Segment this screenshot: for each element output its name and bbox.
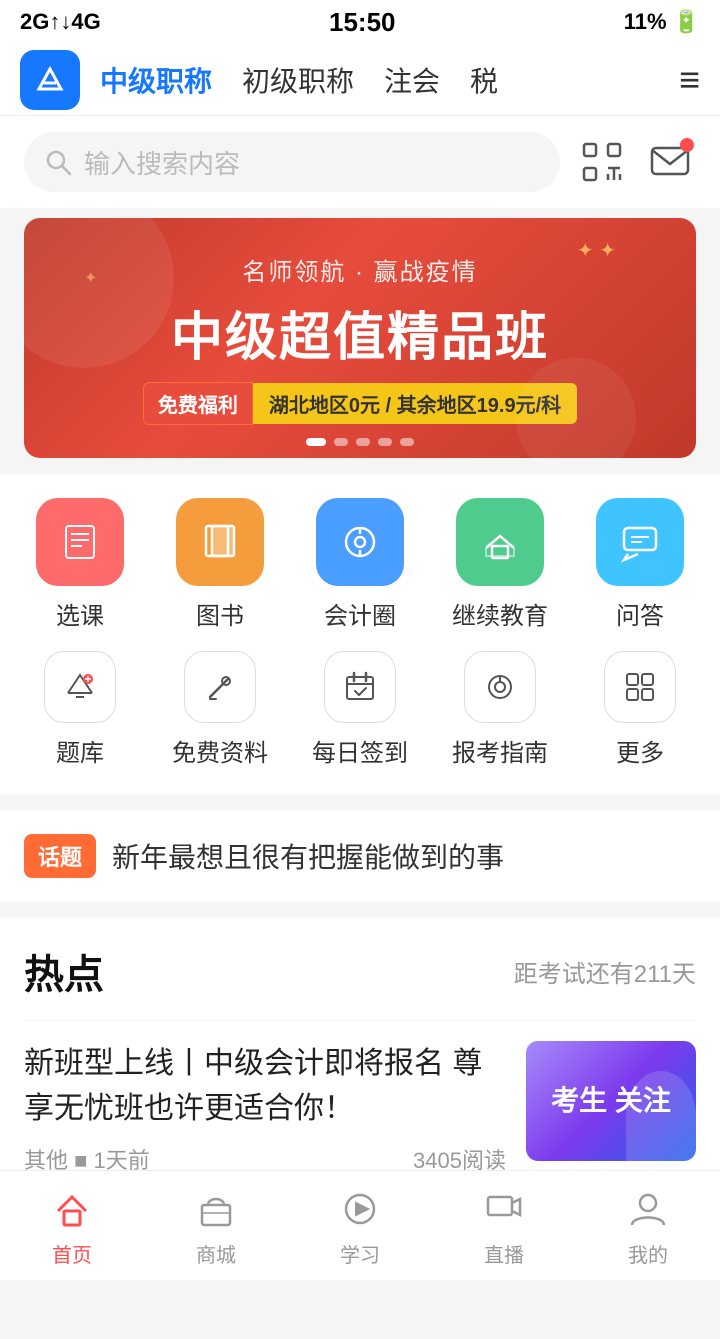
jixujiaovu-icon — [456, 498, 544, 586]
news-thumb: 考生 关注 — [526, 1041, 696, 1161]
topic-banner[interactable]: 话题 新年最想且很有把握能做到的事 — [0, 810, 720, 902]
top-nav: 中级职称 初级职称 注会 税 ≡ — [0, 44, 720, 116]
icon-mianfeiziliao[interactable]: 免费资料 — [160, 651, 280, 768]
mine-icon — [622, 1183, 674, 1235]
tushu-label: 图书 — [196, 596, 244, 631]
jixujiaovu-label: 继续教育 — [452, 596, 548, 631]
mianfeiziliao-label: 免费资料 — [172, 733, 268, 768]
xueke-icon — [36, 498, 124, 586]
banner-dots — [306, 438, 414, 446]
message-button[interactable] — [644, 136, 696, 188]
scan-icon — [580, 140, 624, 184]
tab-zhongjizhi[interactable]: 中级职称 — [100, 60, 212, 100]
search-icon — [44, 148, 72, 176]
icon-grid: 选课 图书 会计圈 — [0, 474, 720, 794]
icon-wenda[interactable]: 问答 — [580, 498, 700, 631]
gengduo-label: 更多 — [616, 733, 664, 768]
hot-countdown: 距考试还有211天 — [514, 954, 696, 989]
signal-text: 2G↑↓4G — [20, 9, 101, 35]
news-item[interactable]: 新班型上线丨中级会计即将报名 尊享无忧班也许更适合你！ 其他 ■ 1天前 340… — [24, 1020, 696, 1195]
hot-header: 热点 距考试还有211天 — [24, 942, 696, 1000]
dot-3[interactable] — [356, 438, 370, 446]
banner[interactable]: ✦ ✦ ✦ 名师领航 · 赢战疫情 中级超值精品班 免费福利 湖北地区0元 / … — [24, 218, 696, 458]
promo-tag: 免费福利 — [143, 382, 253, 425]
shop-label: 商城 — [196, 1239, 236, 1268]
tab-zhuhui[interactable]: 注会 — [384, 60, 440, 100]
mianfeiziliao-icon — [184, 651, 256, 723]
study-icon — [334, 1183, 386, 1235]
kuaijiquan-icon — [316, 498, 404, 586]
news-title: 新班型上线丨中级会计即将报名 尊享无忧班也许更适合你！ — [24, 1041, 506, 1131]
banner-title: 中级超值精品班 — [171, 295, 549, 370]
mine-label: 我的 — [628, 1239, 668, 1268]
dot-2[interactable] — [334, 438, 348, 446]
topic-text: 新年最想且很有把握能做到的事 — [112, 836, 504, 876]
dot-5[interactable] — [400, 438, 414, 446]
news-thumb-text: 考生 关注 — [551, 1083, 671, 1119]
bottom-nav-home[interactable]: 首页 — [0, 1183, 144, 1268]
study-label: 学习 — [340, 1239, 380, 1268]
icon-baokaozhinan[interactable]: 报考指南 — [440, 651, 560, 768]
topic-tag: 话题 — [24, 834, 96, 878]
kuaijiquan-label: 会计圈 — [324, 596, 396, 631]
icon-row-2: 题库 免费资料 — [10, 651, 710, 784]
battery-text: 11% — [624, 9, 667, 35]
home-label: 首页 — [52, 1239, 92, 1268]
message-badge — [680, 138, 694, 152]
xueke-label: 选课 — [56, 596, 104, 631]
shop-icon — [190, 1183, 242, 1235]
meiriqiandao-icon — [324, 651, 396, 723]
icon-row-1: 选课 图书 会计圈 — [10, 498, 710, 631]
signal-area: 2G↑↓4G — [20, 9, 101, 35]
live-icon — [478, 1183, 530, 1235]
scan-button[interactable] — [576, 136, 628, 188]
dot-4[interactable] — [378, 438, 392, 446]
tiku-label: 题库 — [56, 733, 104, 768]
home-icon — [46, 1183, 98, 1235]
bottom-nav-mine[interactable]: 我的 — [576, 1183, 720, 1268]
tab-shui[interactable]: 税 — [470, 60, 498, 100]
logo-button[interactable] — [20, 50, 80, 110]
nav-tabs: 中级职称 初级职称 注会 税 — [100, 60, 659, 100]
icon-gengduo[interactable]: 更多 — [580, 651, 700, 768]
hot-title: 热点 — [24, 942, 104, 1000]
clock: 15:50 — [329, 7, 396, 38]
icon-tiku[interactable]: 题库 — [20, 651, 140, 768]
gengduo-icon — [604, 651, 676, 723]
bottom-nav-shop[interactable]: 商城 — [144, 1183, 288, 1268]
baokaozhinan-icon — [464, 651, 536, 723]
battery-icon: 🔋 — [673, 9, 700, 35]
bottom-nav-study[interactable]: 学习 — [288, 1183, 432, 1268]
banner-promo: 免费福利 湖北地区0元 / 其余地区19.9元/科 — [143, 382, 577, 425]
meiriqiandao-label: 每日签到 — [312, 733, 408, 768]
icon-xueke[interactable]: 选课 — [20, 498, 140, 631]
banner-subtitle: 名师领航 · 赢战疫情 — [242, 252, 477, 287]
search-input-wrap[interactable]: 输入搜索内容 — [24, 132, 560, 192]
news-content: 新班型上线丨中级会计即将报名 尊享无忧班也许更适合你！ 其他 ■ 1天前 340… — [24, 1041, 506, 1175]
battery-area: 11% 🔋 — [624, 9, 700, 35]
icon-meiriqiandao[interactable]: 每日签到 — [300, 651, 420, 768]
tushu-icon — [176, 498, 264, 586]
search-placeholder: 输入搜索内容 — [84, 144, 240, 181]
tiku-icon — [44, 651, 116, 723]
search-bar: 输入搜索内容 — [0, 116, 720, 208]
dot-1[interactable] — [306, 438, 326, 446]
nav-more-button[interactable]: ≡ — [679, 59, 700, 101]
bottom-nav-live[interactable]: 直播 — [432, 1183, 576, 1268]
wenda-icon — [596, 498, 684, 586]
baokaozhinan-label: 报考指南 — [452, 733, 548, 768]
icon-jixujiaovu[interactable]: 继续教育 — [440, 498, 560, 631]
status-bar: 2G↑↓4G 15:50 11% 🔋 — [0, 0, 720, 44]
icon-kuaijiquan[interactable]: 会计圈 — [300, 498, 420, 631]
bottom-nav: 首页 商城 学习 直播 — [0, 1170, 720, 1280]
tab-chujizhi[interactable]: 初级职称 — [242, 60, 354, 100]
wenda-label: 问答 — [616, 596, 664, 631]
icon-tushu[interactable]: 图书 — [160, 498, 280, 631]
live-label: 直播 — [484, 1239, 524, 1268]
